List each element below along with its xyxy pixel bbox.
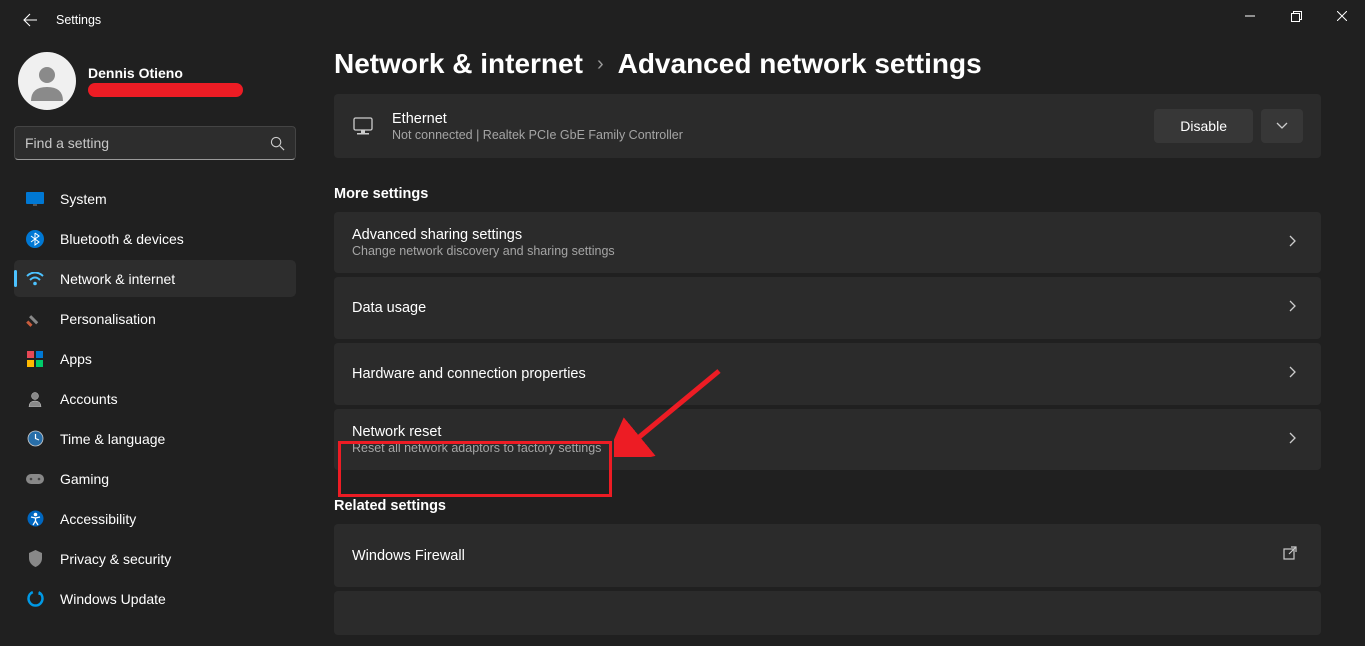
window-controls <box>1227 0 1365 32</box>
avatar <box>18 52 76 110</box>
expand-button[interactable] <box>1261 109 1303 143</box>
nav-label: Bluetooth & devices <box>60 231 184 247</box>
nav-label: Accounts <box>60 391 118 407</box>
back-button[interactable] <box>18 8 42 32</box>
nav-item-apps[interactable]: Apps <box>14 340 296 377</box>
title-bar: Settings <box>0 0 1365 40</box>
breadcrumb: Network & internet › Advanced network se… <box>334 48 1321 80</box>
ethernet-icon <box>352 117 374 135</box>
nav-item-system[interactable]: System <box>14 180 296 217</box>
nav-label: Gaming <box>60 471 109 487</box>
related-settings-header: Related settings <box>334 498 1321 514</box>
chevron-right-icon <box>1289 234 1297 252</box>
nav-label: Accessibility <box>60 511 136 527</box>
sidebar: Dennis Otieno System Bluetooth & devices… <box>0 40 310 646</box>
nav-item-network[interactable]: Network & internet <box>14 260 296 297</box>
user-email-redacted <box>88 83 243 97</box>
more-settings-header: More settings <box>334 186 1321 202</box>
nav-item-personalisation[interactable]: Personalisation <box>14 300 296 337</box>
search-input[interactable] <box>25 135 270 151</box>
close-icon <box>1337 11 1347 21</box>
nav-list: System Bluetooth & devices Network & int… <box>14 180 296 617</box>
accessibility-icon <box>26 510 44 528</box>
minimize-button[interactable] <box>1227 0 1273 32</box>
user-name: Dennis Otieno <box>88 65 243 81</box>
maximize-button[interactable] <box>1273 0 1319 32</box>
breadcrumb-root[interactable]: Network & internet <box>334 48 583 80</box>
minimize-icon <box>1245 11 1255 21</box>
hardware-properties-card[interactable]: Hardware and connection properties <box>334 343 1321 405</box>
network-reset-card[interactable]: Network reset Reset all network adaptors… <box>334 409 1321 470</box>
nav-label: Network & internet <box>60 271 175 287</box>
nav-item-bluetooth[interactable]: Bluetooth & devices <box>14 220 296 257</box>
nav-label: Privacy & security <box>60 551 171 567</box>
data-usage-card[interactable]: Data usage <box>334 277 1321 339</box>
advanced-sharing-card[interactable]: Advanced sharing settings Change network… <box>334 212 1321 273</box>
chevron-right-icon: › <box>597 53 604 76</box>
system-icon <box>26 190 44 208</box>
personalisation-icon <box>26 310 44 328</box>
person-icon <box>27 61 67 101</box>
external-link-icon <box>1283 546 1297 565</box>
search-box[interactable] <box>14 126 296 160</box>
update-icon <box>26 590 44 608</box>
disable-button[interactable]: Disable <box>1154 109 1253 143</box>
nav-label: Time & language <box>60 431 165 447</box>
main-content: Network & internet › Advanced network se… <box>310 40 1365 646</box>
ethernet-card: Ethernet Not connected | Realtek PCIe Gb… <box>334 94 1321 158</box>
search-icon <box>270 136 285 151</box>
arrow-left-icon <box>22 12 38 28</box>
clock-icon <box>26 430 44 448</box>
card-title: Network reset <box>352 424 1289 440</box>
window-title: Settings <box>56 13 101 27</box>
nav-item-privacy[interactable]: Privacy & security <box>14 540 296 577</box>
breadcrumb-current: Advanced network settings <box>618 48 982 80</box>
gaming-icon <box>26 470 44 488</box>
card-title: Windows Firewall <box>352 548 1283 564</box>
nav-item-update[interactable]: Windows Update <box>14 580 296 617</box>
card-title: Data usage <box>352 300 1289 316</box>
user-profile[interactable]: Dennis Otieno <box>14 40 310 126</box>
chevron-right-icon <box>1289 431 1297 449</box>
close-button[interactable] <box>1319 0 1365 32</box>
nav-label: Windows Update <box>60 591 166 607</box>
card-subtitle: Change network discovery and sharing set… <box>352 244 1289 258</box>
nav-item-accessibility[interactable]: Accessibility <box>14 500 296 537</box>
chevron-right-icon <box>1289 299 1297 317</box>
nav-item-accounts[interactable]: Accounts <box>14 380 296 417</box>
maximize-icon <box>1291 11 1302 22</box>
chevron-down-icon <box>1276 122 1288 130</box>
chevron-right-icon <box>1289 365 1297 383</box>
wifi-icon <box>26 270 44 288</box>
nav-item-gaming[interactable]: Gaming <box>14 460 296 497</box>
ethernet-subtitle: Not connected | Realtek PCIe GbE Family … <box>392 128 1154 142</box>
ethernet-title: Ethernet <box>392 111 1154 127</box>
more-adapter-card[interactable] <box>334 591 1321 635</box>
nav-label: System <box>60 191 107 207</box>
shield-icon <box>26 550 44 568</box>
accounts-icon <box>26 390 44 408</box>
bluetooth-icon <box>26 230 44 248</box>
windows-firewall-card[interactable]: Windows Firewall <box>334 524 1321 587</box>
card-title: Advanced sharing settings <box>352 227 1289 243</box>
nav-label: Apps <box>60 351 92 367</box>
card-subtitle: Reset all network adaptors to factory se… <box>352 441 1289 455</box>
card-title: Hardware and connection properties <box>352 366 1289 382</box>
nav-item-time[interactable]: Time & language <box>14 420 296 457</box>
apps-icon <box>26 350 44 368</box>
nav-label: Personalisation <box>60 311 156 327</box>
